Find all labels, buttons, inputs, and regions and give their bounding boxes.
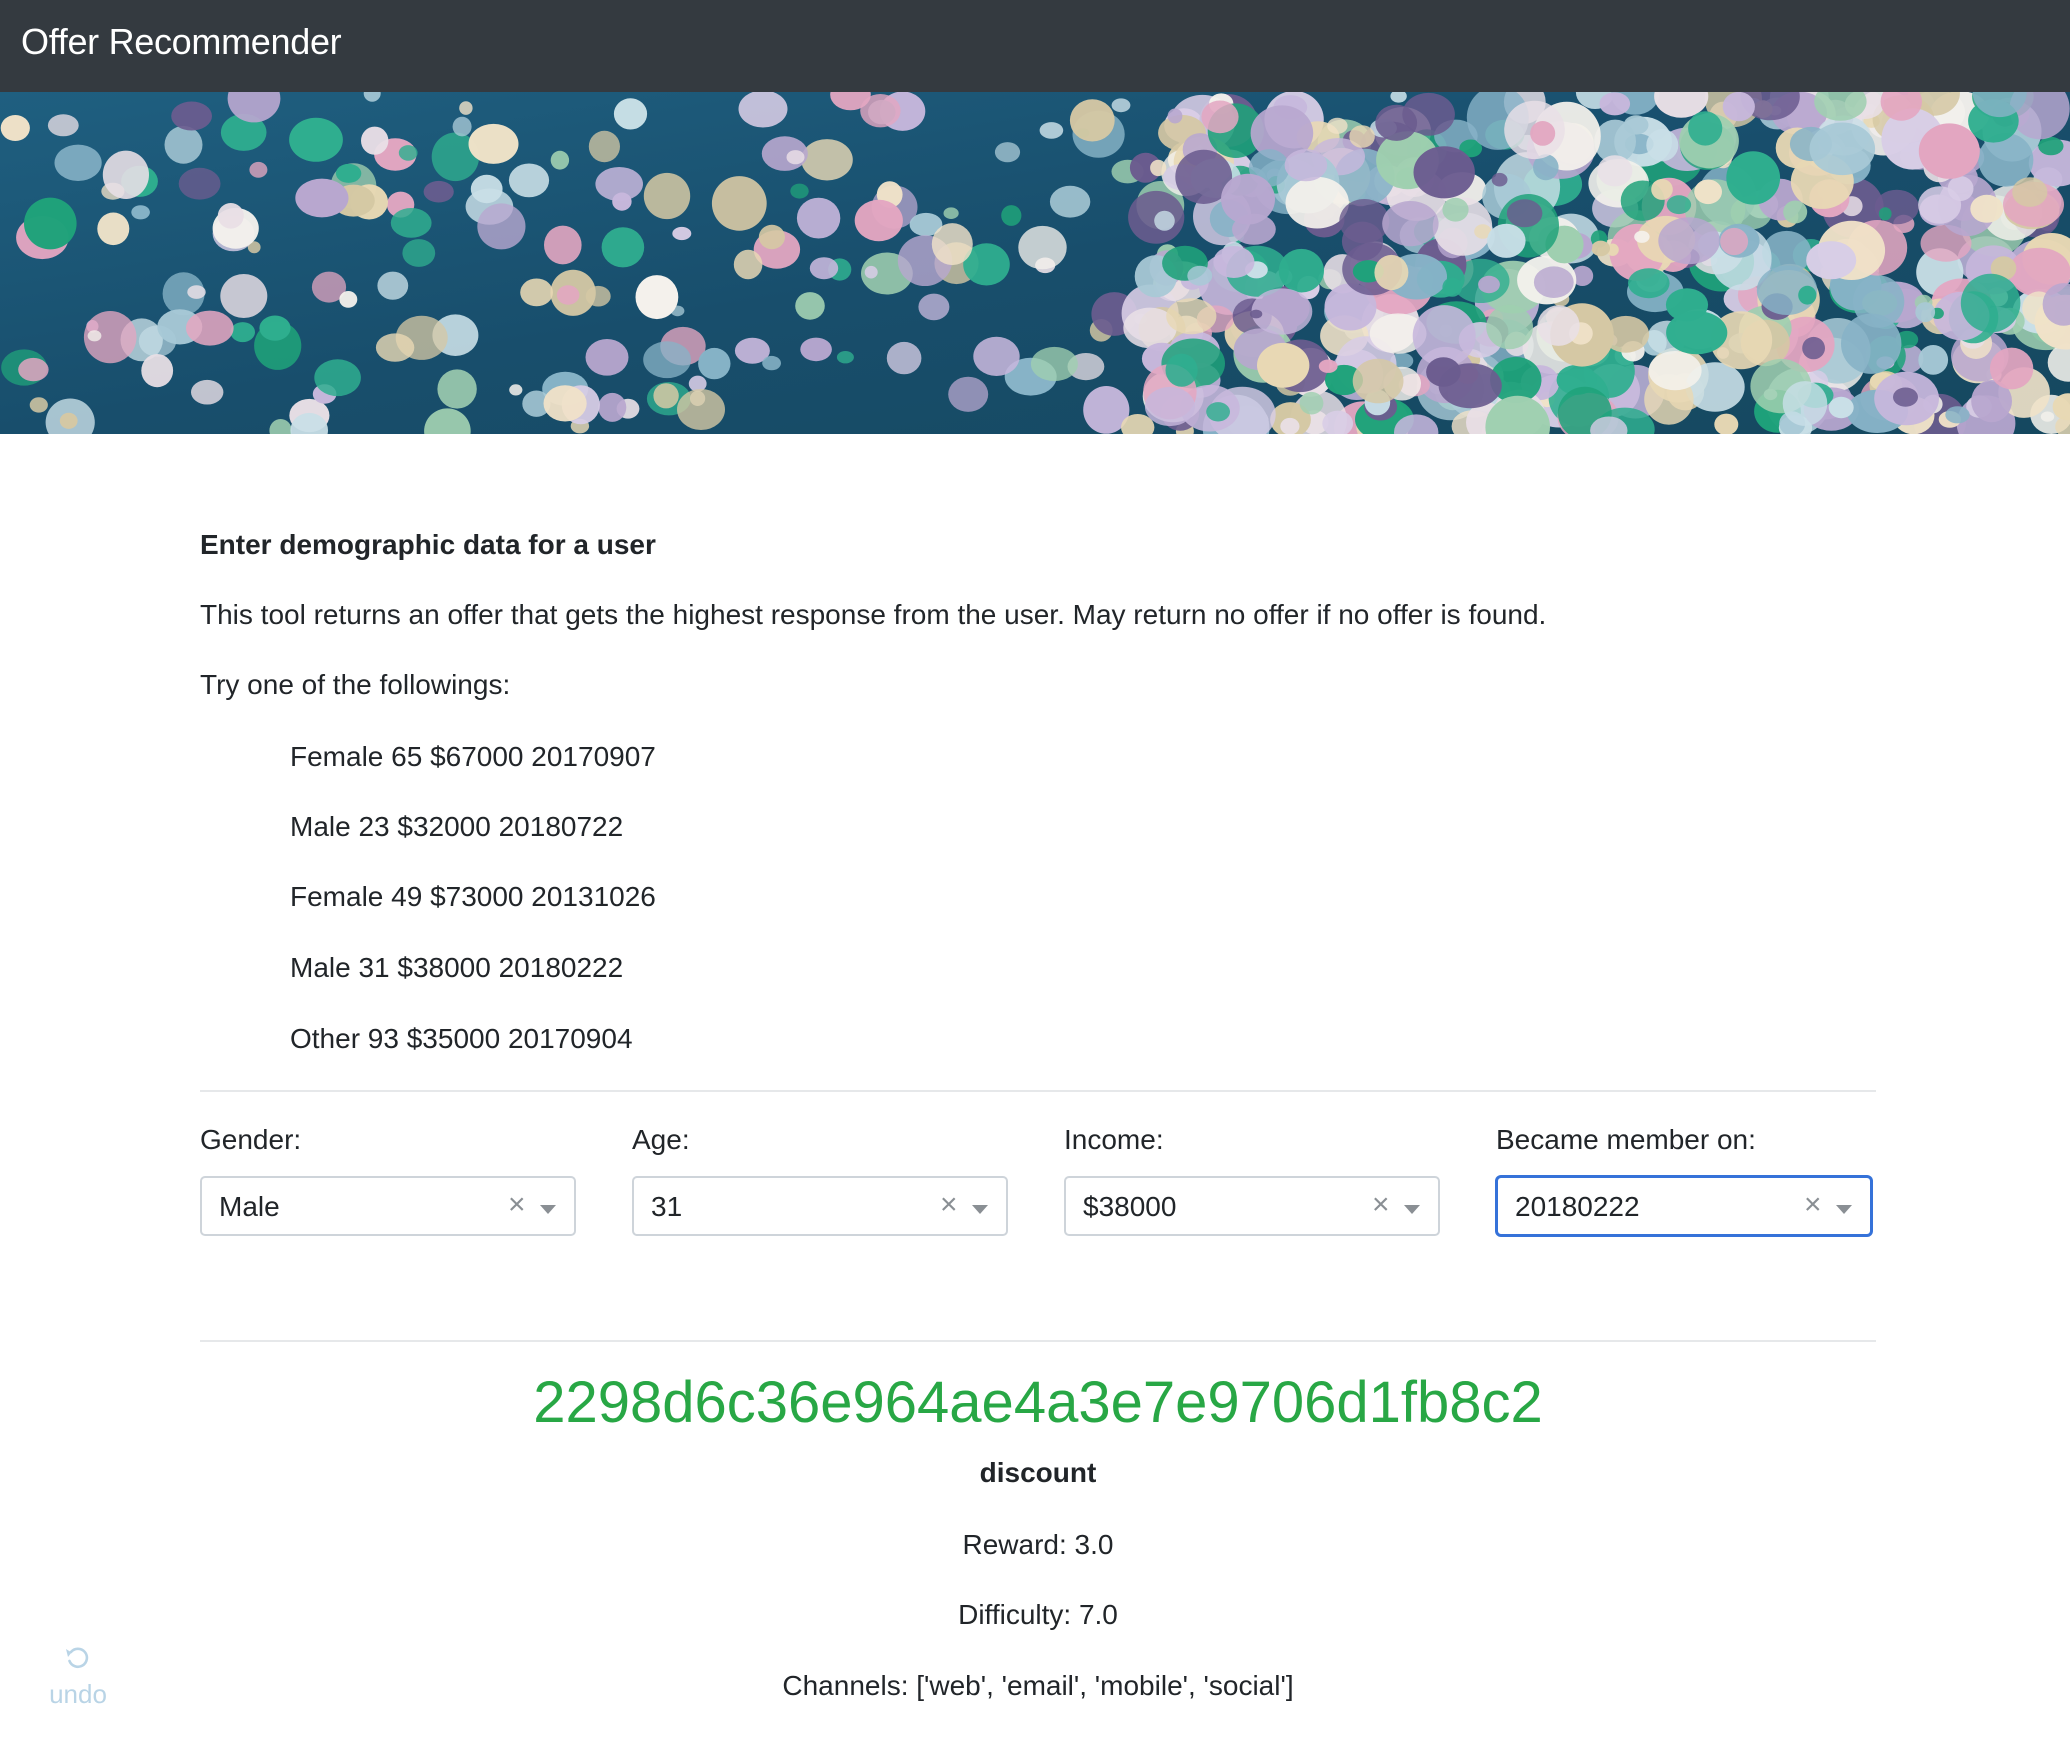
clear-icon[interactable]: × [1372, 1188, 1390, 1222]
offer-channels: Channels: ['web', 'email', 'mobile', 'so… [782, 1670, 1294, 1701]
app-title[interactable]: Offer Recommender [21, 21, 342, 63]
divider [200, 1340, 1876, 1342]
chevron-down-icon[interactable] [1836, 1205, 1852, 1214]
member-since-value: 20180222 [1515, 1191, 1640, 1222]
clear-icon[interactable]: × [940, 1188, 958, 1222]
age-select[interactable]: 31 × [632, 1176, 1008, 1236]
example-item: Male 23 $32000 20180722 [290, 811, 624, 842]
offer-type: discount [979, 1457, 1097, 1488]
income-select[interactable]: $38000 × [1064, 1176, 1440, 1236]
gender-value: Male [219, 1191, 280, 1222]
chevron-down-icon[interactable] [540, 1205, 556, 1214]
undo-label: undo [49, 1679, 107, 1709]
chevron-down-icon[interactable] [1404, 1205, 1420, 1214]
offer-difficulty: Difficulty: 7.0 [958, 1599, 1118, 1630]
clear-icon[interactable]: × [1804, 1188, 1822, 1222]
income-value: $38000 [1083, 1191, 1177, 1222]
undo-button[interactable]: undo [40, 1643, 116, 1710]
example-item: Other 93 $35000 20170904 [290, 1023, 633, 1054]
age-value: 31 [651, 1191, 683, 1222]
example-item: Male 31 $38000 20180222 [290, 952, 624, 983]
offer-reward: Reward: 3.0 [962, 1529, 1114, 1560]
member-since-select[interactable]: 20180222 × [1496, 1176, 1872, 1236]
gender-select[interactable]: Male × [200, 1176, 576, 1236]
offer-id: 2298d6c36e964ae4a3e7e9706d1fb8c2 [533, 1370, 1543, 1435]
divider [200, 1090, 1876, 1092]
tool-description: This tool returns an offer that gets the… [200, 599, 1547, 630]
navbar: Offer Recommender [0, 0, 2070, 92]
income-label: Income: [1064, 1124, 1164, 1155]
chevron-down-icon[interactable] [972, 1205, 988, 1214]
undo-icon [66, 1647, 89, 1669]
gender-label: Gender: [200, 1124, 302, 1155]
examples-label: Try one of the followings: [200, 669, 511, 700]
form-heading: Enter demographic data for a user [200, 529, 656, 560]
example-item: Female 65 $67000 20170907 [290, 741, 656, 772]
example-item: Female 49 $73000 20131026 [290, 881, 656, 912]
clear-icon[interactable]: × [508, 1188, 526, 1222]
member-since-label: Became member on: [1496, 1124, 1756, 1155]
age-label: Age: [632, 1124, 690, 1155]
confetti-banner-image [0, 92, 2070, 434]
